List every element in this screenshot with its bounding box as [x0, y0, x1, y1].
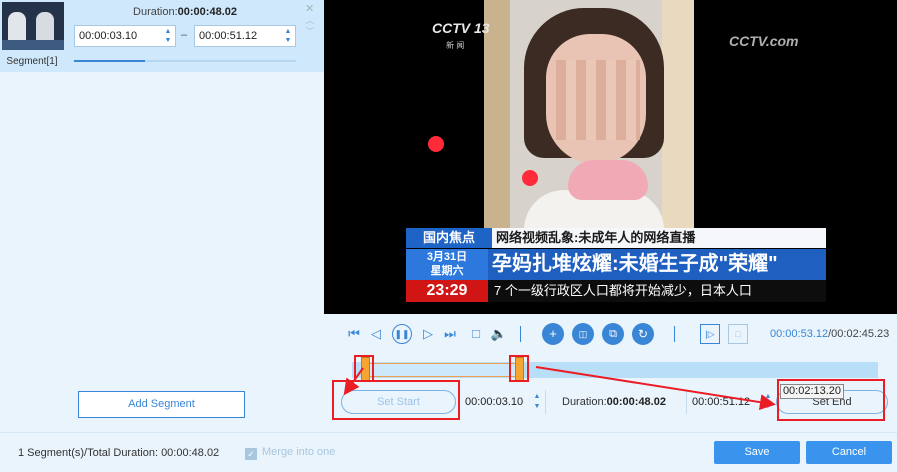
sticker-heart-icon: [428, 136, 444, 152]
time-separator: –: [181, 29, 188, 41]
playback-controls: ⏮ ◁ ❚❚ ▷ ⏭ □ 🔈 + ◫ ⧉ ↻ |▷ □ 00:00:53.12/…: [324, 318, 897, 350]
time-tooltip: 00:02:13.20: [780, 384, 844, 399]
segment-row[interactable]: Segment[1] Duration:00:00:48.02 00:00:03…: [0, 0, 324, 72]
segment-panel: Segment[1] Duration:00:00:48.02 00:00:03…: [0, 0, 324, 432]
footer-bar: 1 Segment(s)/Total Duration: 00:00:48.02…: [0, 432, 897, 472]
mosaic-blur: [556, 60, 640, 140]
step-back-icon[interactable]: ◁: [368, 324, 384, 344]
split-icon[interactable]: ◫: [572, 323, 594, 345]
channel-logo: CCTV 13: [432, 20, 490, 36]
mark-in-icon[interactable]: |▷: [700, 324, 720, 344]
checkbox-icon[interactable]: ✓: [245, 448, 257, 460]
stop-icon[interactable]: □: [468, 324, 484, 344]
trim-end-spinner-icon[interactable]: ▲ ▼: [763, 392, 773, 412]
video-trimmer-window: Segment[1] Duration:00:00:48.02 00:00:03…: [0, 0, 897, 472]
segment-progress[interactable]: [74, 60, 296, 62]
news-ticker-headline: 3月31日 星期六 孕妈扎堆炫耀:未婚生子成"荣耀": [406, 249, 826, 280]
trim-start-spinner-icon[interactable]: ▲ ▼: [532, 392, 542, 412]
start-handle[interactable]: [361, 357, 370, 381]
move-up-icon[interactable]: ︿: [306, 15, 314, 26]
mark-out-icon[interactable]: □: [728, 324, 748, 344]
news-ticker-top: 国内焦点 网络视频乱象:未成年人的网络直播: [406, 228, 826, 248]
merge-checkbox[interactable]: ✓ Merge into one: [245, 446, 335, 460]
channel-sub: 新 闻: [446, 41, 465, 50]
segment-label: Segment[1]: [6, 56, 58, 67]
pause-icon[interactable]: ❚❚: [392, 324, 412, 344]
time-readout: 00:00:53.12/00:02:45.23: [770, 328, 890, 340]
add-segment-button[interactable]: Add Segment: [78, 391, 245, 418]
trim-end-field[interactable]: 00:00:51.12: [692, 390, 750, 414]
copy-icon[interactable]: ⧉: [602, 323, 624, 345]
segment-thumbnail: [2, 2, 64, 50]
close-icon[interactable]: ✕: [305, 2, 314, 15]
skip-start-icon[interactable]: ⏮: [346, 324, 362, 344]
segment-start-field[interactable]: 00:00:03.10 ▲ ▼: [74, 25, 176, 47]
trim-duration: Duration:00:00:48.02: [562, 396, 666, 408]
volume-icon[interactable]: 🔈: [490, 324, 508, 344]
end-spinner-icon[interactable]: ▲ ▼: [282, 27, 294, 45]
save-button[interactable]: Save: [714, 441, 800, 464]
sticker-heart-icon: [522, 170, 538, 186]
reset-icon[interactable]: ↻: [632, 323, 654, 345]
segment-duration: Duration:00:00:48.02: [133, 6, 237, 18]
segment-end-field[interactable]: 00:00:51.12 ▲ ▼: [194, 25, 296, 47]
add-icon[interactable]: +: [542, 323, 564, 345]
total-duration-summary: 1 Segment(s)/Total Duration: 00:00:48.02: [18, 447, 220, 459]
news-ticker-bottom: 23:29 7 个一级行政区人口都将开始减少，日本人口: [406, 280, 826, 302]
timeline-selection[interactable]: [363, 363, 519, 377]
set-start-button[interactable]: Set Start: [341, 390, 456, 414]
video-frame-person: [484, 0, 694, 228]
end-handle[interactable]: [515, 357, 524, 381]
cancel-button[interactable]: Cancel: [806, 441, 892, 464]
trim-start-field[interactable]: 00:00:03.10: [465, 390, 523, 414]
move-down-icon[interactable]: ﹀: [306, 26, 314, 37]
watermark-logo: CCTV.com: [729, 33, 799, 49]
start-spinner-icon[interactable]: ▲ ▼: [162, 27, 174, 45]
video-preview[interactable]: CCTV 13 新 闻 CCTV.com 国内焦点 网络视频乱象:未成年人的网络…: [324, 0, 897, 314]
step-forward-icon[interactable]: ▷: [420, 324, 436, 344]
skip-end-icon[interactable]: ⏭: [442, 324, 458, 344]
